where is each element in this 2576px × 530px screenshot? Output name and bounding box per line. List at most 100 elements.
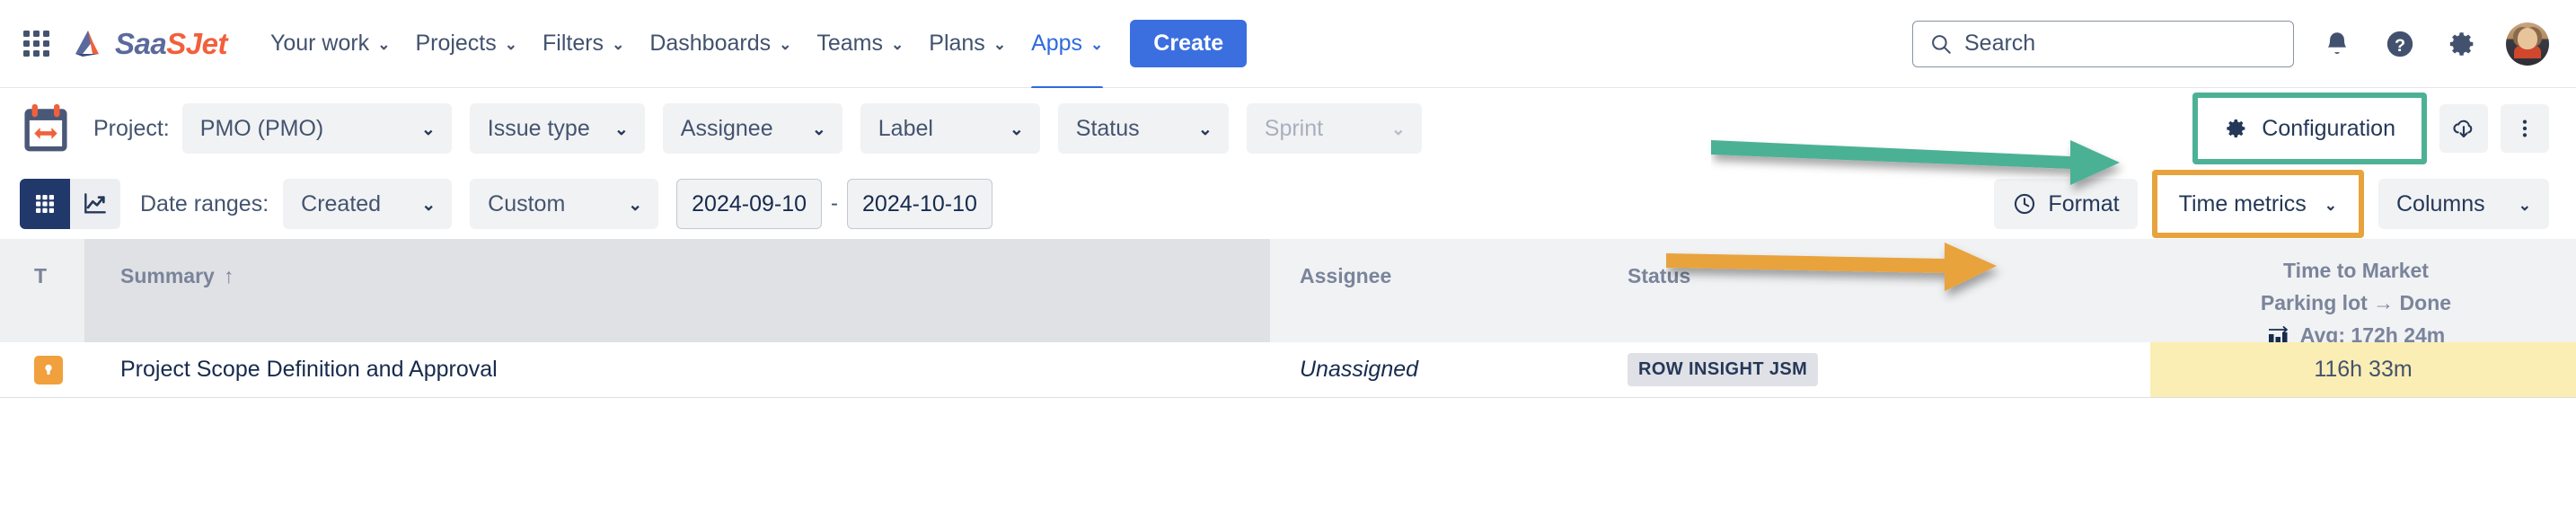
app-switcher-button[interactable] [16, 24, 56, 64]
nav-label: Apps [1031, 31, 1083, 56]
time-metrics-button[interactable]: Time metrics ⌄ [2162, 181, 2353, 227]
column-header-summary-label: Summary [120, 264, 215, 287]
chevron-down-icon: ⌄ [992, 36, 1007, 53]
column-header-assignee[interactable]: Assignee [1270, 239, 1602, 342]
columns-button[interactable]: Columns ⌄ [2378, 179, 2549, 229]
date-range-type-select[interactable]: Custom ⌄ [470, 179, 659, 229]
date-separator: - [831, 191, 839, 216]
nav-item-teams[interactable]: Teams ⌄ [804, 23, 916, 64]
nav-item-apps[interactable]: Apps ⌄ [1019, 23, 1116, 91]
time-metrics-highlight-box: Time metrics ⌄ [2151, 170, 2364, 238]
nav-item-dashboards[interactable]: Dashboards ⌄ [637, 23, 804, 64]
format-button-label: Format [2048, 190, 2120, 216]
clock-icon [2015, 193, 2035, 215]
filter-bar-right-group: Configuration [2192, 93, 2549, 164]
top-navigation-bar: SaaSJet Your work ⌄ Projects ⌄ Filters ⌄… [0, 0, 2576, 91]
nav-label: Your work [269, 31, 370, 56]
issue-type-select-value: Issue type [487, 115, 590, 141]
sort-ascending-icon: ↑ [223, 264, 234, 287]
nav-label: Filters [543, 31, 604, 56]
configuration-button[interactable]: Configuration [2204, 104, 2415, 153]
view-mode-toggle [20, 179, 120, 229]
user-avatar[interactable] [2506, 22, 2549, 66]
cell-time-to-market[interactable]: 116h 33m [2150, 342, 2576, 397]
brand-part-2: S [166, 26, 186, 60]
nav-label: Plans [929, 31, 985, 56]
chevron-down-icon: ⌄ [612, 36, 625, 53]
svg-text:?: ? [2395, 35, 2405, 55]
brand-logo[interactable]: SaaSJet [70, 26, 227, 62]
grid-view-icon [36, 195, 54, 213]
grid-view-button[interactable] [20, 179, 70, 229]
columns-label: Columns [2396, 190, 2485, 216]
more-vertical-icon [2522, 119, 2527, 137]
export-button[interactable] [2439, 104, 2488, 153]
status-select[interactable]: Status ⌄ [1057, 103, 1229, 154]
search-placeholder: Search [1964, 31, 2036, 56]
nav-item-your-work[interactable]: Your work ⌄ [258, 23, 403, 64]
nav-label: Teams [816, 31, 884, 56]
chevron-down-icon: ⌄ [628, 195, 643, 215]
top-nav-right-group: Search ? [1912, 20, 2549, 67]
brand-part-1: Saa [115, 26, 167, 60]
chart-view-icon [84, 193, 106, 214]
brand-part-4: et [201, 26, 228, 60]
cell-issue-type[interactable] [0, 342, 84, 397]
issues-table: T Summary ↑ Assignee Status Time to Mark… [0, 239, 2576, 398]
help-button[interactable]: ? [2380, 24, 2420, 64]
format-button[interactable]: Format [1994, 179, 2138, 229]
chevron-down-icon: ⌄ [2518, 196, 2531, 214]
chevron-down-icon: ⌄ [613, 119, 629, 139]
metric-title: Time to Market [2283, 259, 2429, 282]
column-header-status[interactable]: Status [1602, 239, 2136, 342]
nav-item-plans[interactable]: Plans ⌄ [916, 23, 1019, 64]
status-select-value: Status [1075, 115, 1140, 141]
date-to-input[interactable]: 2024-10-10 [847, 179, 992, 229]
story-icon [34, 355, 63, 384]
label-select[interactable]: Label ⌄ [860, 103, 1040, 154]
project-select-value: PMO (PMO) [199, 115, 324, 141]
date-field-select[interactable]: Created ⌄ [283, 179, 453, 229]
more-actions-button[interactable] [2501, 104, 2549, 153]
column-header-time-to-market[interactable]: Time to Market Parking lot → Done Avg: 1… [2136, 239, 2576, 347]
date-from-input[interactable]: 2024-09-10 [676, 179, 823, 229]
date-ranges-label: Date ranges: [140, 190, 269, 216]
chevron-down-icon: ⌄ [2324, 196, 2337, 214]
chevron-down-icon: ⌄ [1197, 119, 1213, 139]
settings-button[interactable] [2443, 24, 2483, 64]
table-row[interactable]: Project Scope Definition and Approval Un… [0, 342, 2576, 398]
brand-name: SaaSJet [115, 27, 227, 61]
sprint-select[interactable]: Sprint ⌄ [1246, 103, 1422, 154]
notifications-button[interactable] [2317, 24, 2357, 64]
cell-summary[interactable]: Project Scope Definition and Approval [84, 342, 1270, 397]
nav-item-filters[interactable]: Filters ⌄ [530, 23, 637, 64]
search-icon [1932, 34, 1951, 54]
search-input[interactable]: Search [1912, 20, 2294, 67]
assignee-select[interactable]: Assignee ⌄ [662, 103, 842, 154]
chevron-down-icon: ⌄ [420, 119, 436, 139]
gear-icon [2227, 119, 2245, 138]
column-header-type[interactable]: T [0, 239, 84, 342]
column-header-summary[interactable]: Summary ↑ [84, 239, 1270, 342]
table-header-row: T Summary ↑ Assignee Status Time to Mark… [0, 239, 2576, 347]
project-select[interactable]: PMO (PMO) ⌄ [181, 103, 452, 154]
chevron-down-icon: ⌄ [811, 119, 826, 139]
metric-transition: Parking lot → Done [2260, 291, 2452, 314]
nav-label: Dashboards [649, 31, 772, 56]
chevron-down-icon: ⌄ [377, 36, 391, 53]
chevron-down-icon: ⌄ [421, 195, 437, 215]
chart-view-button[interactable] [70, 179, 120, 229]
saasjet-logo-icon [75, 30, 99, 57]
cell-assignee: Unassigned [1300, 357, 1419, 382]
date-bar-right-group: Format Time metrics ⌄ Columns ⌄ [1994, 170, 2549, 238]
nav-item-projects[interactable]: Projects ⌄ [402, 23, 530, 64]
chevron-down-icon: ⌄ [779, 36, 792, 53]
chevron-down-icon: ⌄ [1009, 119, 1024, 139]
create-button[interactable]: Create [1130, 20, 1248, 67]
issue-type-select[interactable]: Issue type ⌄ [469, 103, 645, 154]
label-select-value: Label [878, 115, 933, 141]
notifications-bell-icon [2327, 31, 2347, 54]
sprint-select-value: Sprint [1264, 115, 1324, 141]
status-badge: ROW INSIGHT JSM [1628, 353, 1819, 386]
chevron-down-icon: ⌄ [1390, 119, 1406, 139]
